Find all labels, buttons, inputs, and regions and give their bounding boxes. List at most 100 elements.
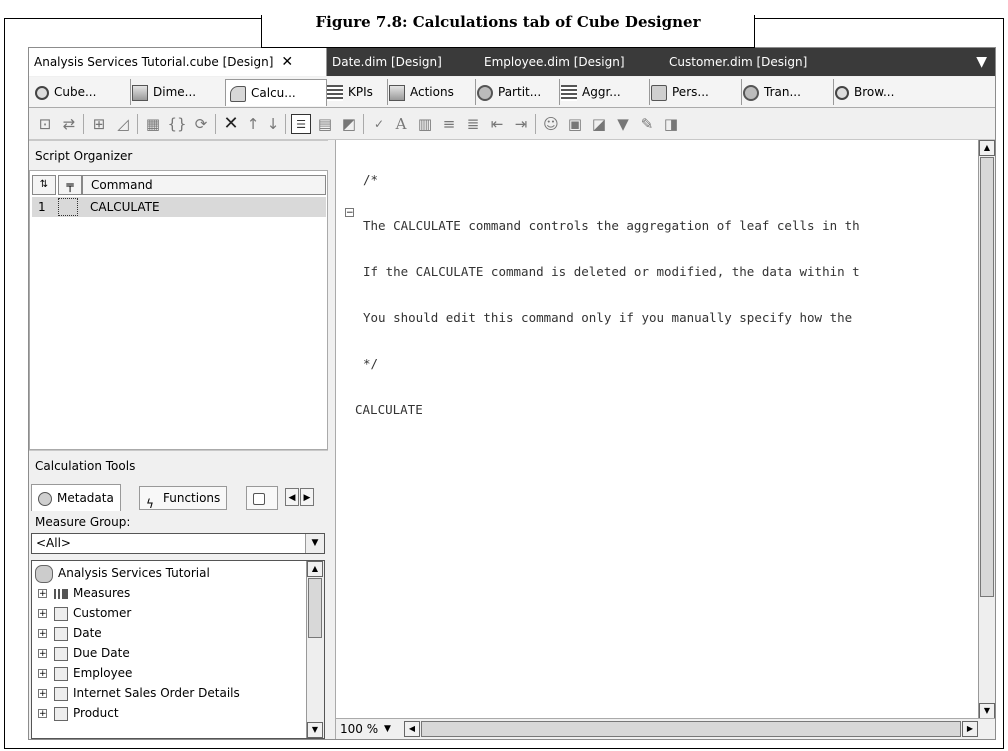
new-member-icon[interactable]: ⊞ — [89, 114, 109, 134]
filter-icon[interactable]: ▼ — [613, 114, 633, 134]
expand-icon[interactable]: + — [38, 609, 47, 619]
chevron-down-icon[interactable]: ▼ — [305, 534, 324, 553]
measure-group-select[interactable]: <All> ▼ — [31, 533, 325, 554]
calculations-icon — [230, 85, 246, 102]
expand-icon[interactable]: + — [38, 709, 47, 719]
doc-tab-employee[interactable]: Employee.dim [Design] — [484, 48, 625, 76]
tab-browser[interactable]: Brow... — [831, 79, 935, 105]
templates-icon — [253, 492, 265, 505]
outdent-icon[interactable]: ⇤ — [487, 114, 507, 134]
scroll-thumb[interactable] — [308, 578, 322, 638]
command-type-icon[interactable]: ╤ — [58, 175, 82, 195]
tab-translations[interactable]: Tran... — [739, 79, 834, 105]
check-syntax-icon[interactable]: ◩ — [339, 114, 359, 134]
script-editor[interactable]: /* The CALCULATE command controls the ag… — [335, 140, 995, 739]
tab-dimension-usage[interactable]: Dime... — [128, 79, 228, 105]
expand-icon[interactable]: + — [38, 669, 47, 679]
tree-item-date[interactable]: + Date — [32, 623, 102, 643]
script-command-icon[interactable]: {} — [167, 114, 187, 134]
expand-icon[interactable]: + — [38, 629, 47, 639]
toolbar-separator — [215, 114, 216, 134]
form-view-button-icon[interactable]: ☰ — [291, 114, 311, 134]
figure-caption: Figure 7.8: Calculations tab of Cube Des… — [261, 15, 755, 48]
font-icon[interactable]: A — [391, 114, 411, 134]
code-area[interactable]: /* The CALCULATE command controls the ag… — [336, 142, 976, 448]
reconnect-icon[interactable]: ⟳ — [191, 114, 211, 134]
doc-tab-date[interactable]: Date.dim [Design] — [332, 48, 442, 76]
tab-overflow-icon[interactable]: ▼ — [976, 48, 987, 76]
tree-item-internet-sales-order-details[interactable]: + Internet Sales Order Details — [32, 683, 240, 703]
scroll-left-icon[interactable]: ◀ — [404, 721, 420, 737]
zoom-dropdown-icon[interactable]: ▼ — [384, 719, 391, 739]
expand-icon[interactable]: + — [38, 589, 47, 599]
dimension-icon — [54, 706, 68, 721]
scroll-down-icon[interactable]: ▼ — [979, 703, 995, 719]
expand-icon[interactable]: + — [38, 689, 47, 699]
calculation-tools-tabs: Metadata ϟ Functions ◀ ▶ — [31, 484, 325, 511]
tab-metadata[interactable]: Metadata — [31, 484, 121, 511]
close-icon[interactable]: ✕ — [281, 54, 293, 70]
collapse-icon[interactable]: − — [345, 208, 354, 218]
dimension-icon — [54, 626, 68, 641]
tree-item-due-date[interactable]: + Due Date — [32, 643, 130, 663]
tree-item-product[interactable]: + Product — [32, 703, 119, 723]
command-column-header[interactable]: Command — [82, 175, 326, 195]
new-script-icon[interactable]: ⇄ — [59, 114, 79, 134]
delete-icon[interactable]: ✕ — [221, 114, 241, 134]
horizontal-scroll-thumb[interactable] — [421, 721, 961, 737]
tab-templates[interactable] — [246, 486, 278, 510]
tab-cube-structure[interactable]: Cube... — [31, 79, 131, 105]
spell-check-icon[interactable]: ✓ — [369, 114, 389, 134]
align-left-icon[interactable]: ≡ — [439, 114, 459, 134]
scroll-up-icon[interactable]: ▲ — [307, 561, 323, 577]
scroll-down-icon[interactable]: ▼ — [307, 722, 323, 738]
tree-item-customer[interactable]: + Customer — [32, 603, 131, 623]
indent-icon[interactable]: ⇥ — [511, 114, 531, 134]
properties-icon[interactable]: ◨ — [661, 114, 681, 134]
table-row[interactable]: 1 CALCULATE — [32, 197, 326, 217]
tab-aggregations[interactable]: Aggr... — [557, 79, 650, 105]
tab-actions[interactable]: Actions — [385, 79, 476, 105]
doc-tab-customer[interactable]: Customer.dim [Design] — [669, 48, 807, 76]
measure-group-value: <All> — [36, 536, 71, 550]
edit-icon[interactable]: ✎ — [637, 114, 657, 134]
metadata-tree: Analysis Services Tutorial + Measures + Cu… — [31, 560, 325, 739]
kpi-icon — [327, 84, 343, 101]
sort-icon[interactable]: ⇅ — [32, 175, 56, 195]
tab-scroll-left-icon[interactable]: ◀ — [285, 488, 299, 506]
scroll-thumb[interactable] — [980, 157, 994, 597]
tab-scroll-right-icon[interactable]: ▶ — [300, 488, 314, 506]
command-name: CALCULATE — [90, 200, 160, 214]
new-set-icon[interactable]: ◿ — [113, 114, 133, 134]
tree-item-measures[interactable]: + Measures — [32, 583, 130, 603]
script-view-icon[interactable]: ▤ — [315, 114, 335, 134]
tree-item-employee[interactable]: + Employee — [32, 663, 132, 683]
calculation-tools-header: Calculation Tools — [29, 450, 328, 480]
tab-kpis[interactable]: KPIs — [323, 79, 388, 105]
window-icon[interactable]: ◪ — [589, 114, 609, 134]
new-command-icon[interactable]: ▦ — [143, 114, 163, 134]
form-view-icon[interactable]: ⊡ — [35, 114, 55, 134]
move-up-icon[interactable]: ↑ — [243, 114, 263, 134]
users-icon[interactable]: ☺ — [541, 114, 561, 134]
tree-root[interactable]: Analysis Services Tutorial — [32, 563, 210, 583]
calculation-tools: Metadata ϟ Functions ◀ ▶ Measure Group: <… — [29, 480, 328, 739]
tab-calculations[interactable]: Calcu... — [225, 79, 327, 106]
code-line: If the CALCULATE command is deleted or m… — [363, 264, 860, 279]
scroll-right-icon[interactable]: ▶ — [962, 721, 978, 737]
expand-icon[interactable]: + — [38, 649, 47, 659]
editor-vscroll[interactable]: ▲ ▼ — [978, 140, 995, 719]
tab-functions[interactable]: ϟ Functions — [139, 486, 228, 511]
doc-tab-cube[interactable]: Analysis Services Tutorial.cube [Design]… — [29, 48, 327, 76]
doc-tab-label: Analysis Services Tutorial.cube [Design] — [34, 55, 274, 69]
zoom-level[interactable]: 100 % — [340, 719, 378, 739]
designer-tabs: Cube... Dime... Calcu... KPIs Actions Pa… — [29, 77, 995, 108]
tree-scrollbar[interactable]: ▲ ▼ — [306, 561, 324, 738]
align-right-icon[interactable]: ≣ — [463, 114, 483, 134]
move-down-icon[interactable]: ↓ — [263, 114, 283, 134]
tab-partitions[interactable]: Partit... — [473, 79, 560, 105]
calendar-icon[interactable]: ▣ — [565, 114, 585, 134]
scroll-up-icon[interactable]: ▲ — [979, 140, 995, 156]
tab-perspectives[interactable]: Pers... — [647, 79, 742, 105]
grid-icon[interactable]: ▥ — [415, 114, 435, 134]
